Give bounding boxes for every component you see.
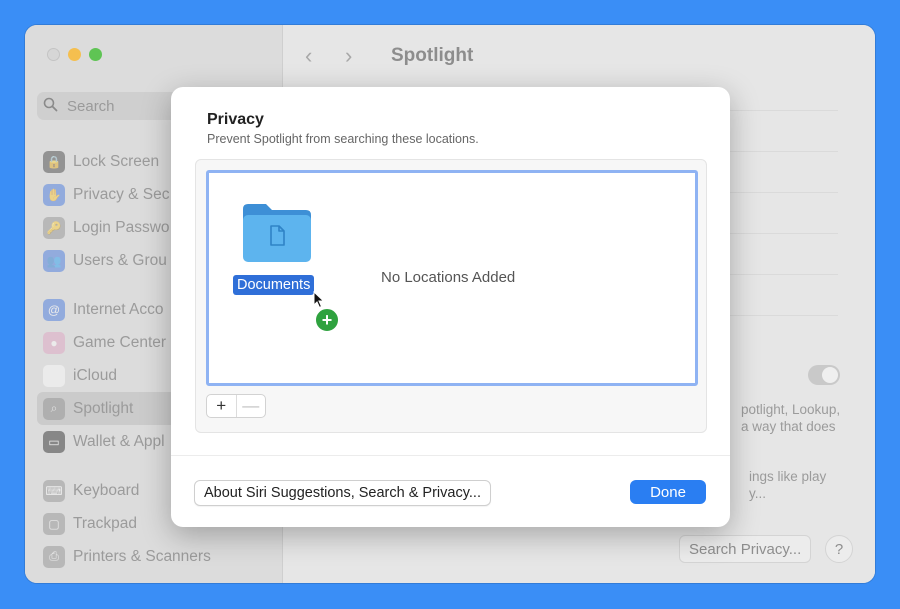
copy-plus-icon: + bbox=[314, 307, 340, 333]
sidebar-item-label: Users & Grou bbox=[73, 251, 167, 269]
sidebar-item-printers-scanners[interactable]: ⎙ Printers & Scanners bbox=[37, 540, 269, 573]
help-button[interactable]: ? bbox=[825, 535, 853, 563]
close-button[interactable] bbox=[47, 48, 60, 61]
description-line: a way that does bbox=[741, 419, 836, 434]
page-title: Spotlight bbox=[391, 45, 474, 66]
wallet-icon: ▭ bbox=[43, 430, 65, 453]
trackpad-icon: ▢ bbox=[43, 512, 65, 535]
printer-icon: ⎙ bbox=[43, 545, 65, 568]
sidebar-item-label: Internet Acco bbox=[73, 300, 164, 318]
remove-location-button[interactable]: — bbox=[237, 395, 266, 417]
add-remove-control: + — bbox=[206, 394, 266, 418]
sidebar-item-label: Wallet & Appl bbox=[73, 432, 165, 450]
at-icon: @ bbox=[43, 298, 65, 321]
description-line: y... bbox=[749, 486, 767, 501]
hand-icon: ✋ bbox=[43, 183, 65, 206]
window-controls bbox=[47, 48, 102, 61]
description-line: potlight, Lookup, bbox=[741, 402, 841, 417]
search-placeholder: Search bbox=[67, 97, 115, 115]
keyboard-icon: ⌨ bbox=[43, 479, 65, 502]
search-privacy-button[interactable]: Search Privacy... bbox=[679, 535, 812, 563]
back-button[interactable]: ‹ bbox=[305, 43, 345, 69]
key-icon: 🔑 bbox=[43, 216, 65, 239]
lock-icon: 🔒 bbox=[43, 150, 65, 173]
folder-icon[interactable] bbox=[240, 201, 314, 265]
sidebar-item-label: Privacy & Sec bbox=[73, 185, 170, 203]
sidebar-item-label: Keyboard bbox=[73, 481, 140, 499]
sheet-title: Privacy bbox=[207, 111, 264, 128]
locations-container: Documents + No Locations Added + — bbox=[195, 159, 707, 433]
description-text-1: potlight, Lookup, a way that does bbox=[741, 401, 840, 435]
dragged-item-label: Documents bbox=[233, 275, 315, 295]
description-line: ings like play bbox=[749, 469, 827, 484]
sidebar-item-label: Login Passwo bbox=[73, 218, 170, 236]
sidebar-item-label: Spotlight bbox=[73, 399, 134, 417]
sidebar-item-label: Trackpad bbox=[73, 514, 138, 532]
description-text-2: ings like play y... bbox=[749, 468, 826, 502]
search-icon bbox=[43, 97, 67, 116]
sidebar-item-label: Printers & Scanners bbox=[73, 547, 211, 565]
done-button[interactable]: Done bbox=[630, 480, 706, 504]
game-center-icon: ● bbox=[43, 331, 65, 354]
sidebar-item-label: Game Center bbox=[73, 333, 167, 351]
setting-toggle[interactable] bbox=[808, 365, 840, 385]
minimize-button[interactable] bbox=[68, 48, 81, 61]
locations-list-drop-target[interactable]: Documents + No Locations Added bbox=[206, 170, 698, 386]
sheet-subtitle: Prevent Spotlight from searching these l… bbox=[207, 132, 479, 146]
forward-button[interactable]: › bbox=[345, 43, 385, 69]
empty-state-text: No Locations Added bbox=[381, 269, 516, 286]
divider bbox=[171, 455, 730, 456]
sidebar-item-label: Lock Screen bbox=[73, 152, 160, 170]
settings-rows bbox=[723, 110, 838, 356]
privacy-sheet: Privacy Prevent Spotlight from searching… bbox=[171, 87, 730, 527]
add-location-button[interactable]: + bbox=[207, 395, 237, 417]
toolbar: ‹ › Spotlight bbox=[305, 43, 473, 69]
magnifier-icon: ⌕ bbox=[43, 397, 65, 420]
sidebar-item-label: iCloud bbox=[73, 366, 117, 384]
about-siri-suggestions-button[interactable]: About Siri Suggestions, Search & Privacy… bbox=[194, 480, 491, 506]
cloud-icon: ☁ bbox=[43, 364, 65, 387]
users-icon: 👥 bbox=[43, 249, 65, 272]
zoom-button[interactable] bbox=[89, 48, 102, 61]
